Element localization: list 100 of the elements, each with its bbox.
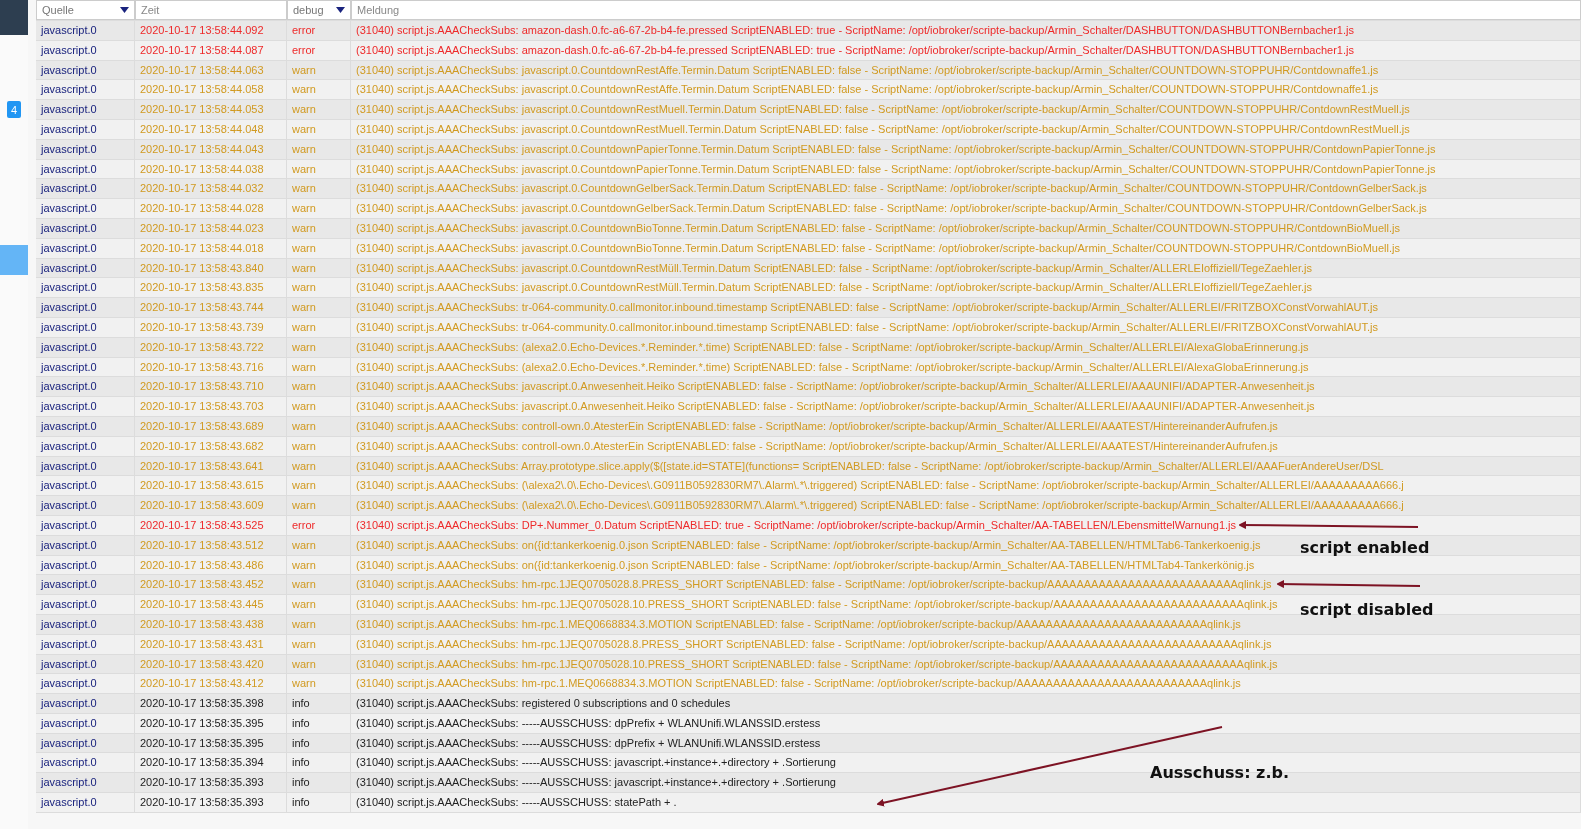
severity-cell: warn — [287, 456, 351, 476]
severity-cell: warn — [287, 595, 351, 614]
source-cell: javascript.0 — [36, 694, 135, 713]
severity-cell: warn — [287, 654, 351, 674]
message-cell: (31040) script.js.AAACheckSubs: (alexa2.0.Echo-Devices.*.Reminder.*.time) ScriptENABLED: false - ScriptName: /opt/iobroker/scripte-backup/Armin_Schalter/ALLERLEI/AlexaGlobaErinnerung.js — [351, 337, 1581, 357]
severity-cell: info — [287, 694, 351, 713]
filter-input[interactable]: Zeit — [135, 0, 287, 20]
message-cell: (31040) script.js.AAACheckSubs: javascript.0.CountdownGelberSack.Termin.Datum ScriptENABLED: false - ScriptName: /opt/iobroker/scripte-backup/Armin_Schalter/COUNTDOWN-STOPPUHR/ContdownGelberSack.js — [351, 199, 1581, 218]
severity-cell: warn — [287, 674, 351, 694]
source-cell: javascript.0 — [36, 713, 135, 733]
time-cell: 2020-10-17 13:58:43.682 — [135, 436, 287, 456]
source-cell: javascript.0 — [36, 674, 135, 694]
source-cell: javascript.0 — [36, 317, 135, 337]
time-cell: 2020-10-17 13:58:43.609 — [135, 496, 287, 515]
time-cell: 2020-10-17 13:58:43.525 — [135, 515, 287, 535]
source-cell: javascript.0 — [36, 416, 135, 436]
source-cell: javascript.0 — [36, 80, 135, 100]
time-cell: 2020-10-17 13:58:43.452 — [135, 575, 287, 595]
severity-cell: warn — [287, 535, 351, 555]
time-cell: 2020-10-17 13:58:35.393 — [135, 793, 287, 812]
source-cell: javascript.0 — [36, 614, 135, 634]
message-cell: (31040) script.js.AAACheckSubs: javascript.0.CountdownRestMuell.Termin.Datum ScriptENABLED: false - ScriptName: /opt/iobroker/scripte-backup/Armin_Schalter/COUNTDOWN-STOPPUHR/ContdownRestMuell.js — [351, 100, 1581, 119]
source-cell: javascript.0 — [36, 456, 135, 476]
time-cell: 2020-10-17 13:58:44.063 — [135, 60, 287, 80]
time-cell: 2020-10-17 13:58:44.048 — [135, 120, 287, 139]
message-cell: (31040) script.js.AAACheckSubs: javascript.0.CountdownRestMüll.Termin.Datum ScriptENABLED: false - ScriptName: /opt/iobroker/scripte-backup/Armin_Schalter/ALLERLEIoffiziell/TegeZaehler.js — [351, 258, 1581, 278]
message-cell: (31040) script.js.AAACheckSubs: -----AUSSCHUSS: dpPrefix + WLANUnifi.WLANSSID.erstess — [351, 733, 1581, 753]
severity-cell: warn — [287, 80, 351, 100]
severity-cell: warn — [287, 614, 351, 634]
source-cell: javascript.0 — [36, 595, 135, 614]
time-cell: 2020-10-17 13:58:35.394 — [135, 753, 287, 773]
severity-cell: warn — [287, 357, 351, 377]
severity-cell: warn — [287, 555, 351, 575]
message-cell: (31040) script.js.AAACheckSubs: javascript.0.CountdownGelberSack.Termin.Datum ScriptENABLED: false - ScriptName: /opt/iobroker/scripte-backup/Armin_Schalter/COUNTDOWN-STOPPUHR/ContdownGelberSack.js — [351, 179, 1581, 199]
source-cell: javascript.0 — [36, 258, 135, 278]
source-cell: javascript.0 — [36, 278, 135, 298]
time-cell: 2020-10-17 13:58:44.028 — [135, 199, 287, 218]
severity-cell: warn — [287, 60, 351, 80]
time-cell: 2020-10-17 13:58:43.445 — [135, 595, 287, 614]
severity-cell: warn — [287, 337, 351, 357]
time-cell: 2020-10-17 13:58:43.512 — [135, 535, 287, 555]
severity-cell: warn — [287, 317, 351, 337]
time-cell: 2020-10-17 13:58:35.395 — [135, 733, 287, 753]
message-cell: (31040) script.js.AAACheckSubs: javascript.0.Anwesenheit.Heiko ScriptENABLED: false - ScriptName: /opt/iobroker/scripte-backup/Armin_Schalter/ALLERLEI/AAAUNIFI/ADAPTER-Anwesenheit.js — [351, 377, 1581, 397]
count-badge: 4 — [7, 101, 21, 118]
source-cell: javascript.0 — [36, 60, 135, 80]
time-cell: 2020-10-17 13:58:44.087 — [135, 40, 287, 60]
time-cell: 2020-10-17 13:58:44.053 — [135, 100, 287, 119]
message-cell: (31040) script.js.AAACheckSubs: amazon-dash.0.fc-a6-67-2b-b4-fe.pressed ScriptENABLED: true - ScriptName: /opt/iobroker/scripte-backup/Armin_Schalter/DASHBUTTON/DASHBUTTONBernbacher1.js — [351, 40, 1581, 60]
severity-cell: warn — [287, 179, 351, 199]
severity-cell: info — [287, 713, 351, 733]
annotation-label: script enabled — [1300, 538, 1430, 557]
source-cell: javascript.0 — [36, 733, 135, 753]
message-cell: (31040) script.js.AAACheckSubs: javascript.0.CountdownRestAffe.Termin.Datum ScriptENABLED: false - ScriptName: /opt/iobroker/scripte-backup/Armin_Schalter/COUNTDOWN-STOPPUHR/Contdownaffe1.js — [351, 60, 1581, 80]
source-cell: javascript.0 — [36, 654, 135, 674]
source-cell: javascript.0 — [36, 535, 135, 555]
severity-cell: warn — [287, 436, 351, 456]
severity-cell: warn — [287, 139, 351, 159]
severity-cell: warn — [287, 258, 351, 278]
nav-highlight[interactable] — [0, 245, 28, 275]
time-cell: 2020-10-17 13:58:43.840 — [135, 258, 287, 278]
filter-select[interactable]: Quelle — [36, 0, 135, 20]
source-cell: javascript.0 — [36, 199, 135, 218]
time-cell: 2020-10-17 13:58:44.092 — [135, 21, 287, 40]
time-cell: 2020-10-17 13:58:44.058 — [135, 80, 287, 100]
time-cell: 2020-10-17 13:58:43.739 — [135, 317, 287, 337]
time-cell: 2020-10-17 13:58:44.032 — [135, 179, 287, 199]
severity-cell: warn — [287, 199, 351, 218]
time-cell: 2020-10-17 13:58:35.393 — [135, 773, 287, 793]
severity-cell: warn — [287, 416, 351, 436]
message-cell: (31040) script.js.AAACheckSubs: tr-064-community.0.callmonitor.inbound.timestamp ScriptENABLED: false - ScriptName: /opt/iobroker/scripte-backup/Armin_Schalter/ALLERLEI/FRITZBOXConstVorwahlAUT.js — [351, 298, 1581, 317]
message-cell: (31040) script.js.AAACheckSubs: registered 0 subscriptions and 0 schedules — [351, 694, 1581, 713]
logo-block — [0, 0, 28, 35]
source-cell: javascript.0 — [36, 238, 135, 258]
source-cell: javascript.0 — [36, 753, 135, 773]
message-cell: (31040) script.js.AAACheckSubs: hm-rpc.1JEQ0705028.8.PRESS_SHORT ScriptENABLED: false - ScriptName: /opt/iobroker/scripte-backup/AAAAAAAAAAAAAAAAAAAAAAAAAAqlink.js — [351, 575, 1581, 595]
time-cell: 2020-10-17 13:58:44.043 — [135, 139, 287, 159]
source-cell: javascript.0 — [36, 298, 135, 317]
severity-cell: warn — [287, 397, 351, 416]
time-cell: 2020-10-17 13:58:35.398 — [135, 694, 287, 713]
severity-cell: warn — [287, 278, 351, 298]
source-cell: javascript.0 — [36, 555, 135, 575]
message-cell: (31040) script.js.AAACheckSubs: (\alexa2\.0\.Echo-Devices\.G0911B0592830RM7\.Alarm\.*\.triggered) ScriptENABLED: false - ScriptName: /opt/iobroker/scripte-backup/Armin_Schalter/ALLERLEI/AAAAAAAAA666.j — [351, 496, 1581, 515]
message-cell: (31040) script.js.AAACheckSubs: javascript.0.Anwesenheit.Heiko ScriptENABLED: false - ScriptName: /opt/iobroker/scripte-backup/Armin_Schalter/ALLERLEI/AAAUNIFI/ADAPTER-Anwesenheit.js — [351, 397, 1581, 416]
filter-input[interactable]: Meldung — [351, 0, 1581, 20]
source-cell: javascript.0 — [36, 218, 135, 238]
message-cell: (31040) script.js.AAACheckSubs: hm-rpc.1.MEQ0668834.3.MOTION ScriptENABLED: false - ScriptName: /opt/iobroker/scripte-backup/AAAAAAAAAAAAAAAAAAAAAAAAAAqlink.js — [351, 674, 1581, 694]
severity-cell: error — [287, 515, 351, 535]
message-cell: (31040) script.js.AAACheckSubs: (alexa2.0.Echo-Devices.*.Reminder.*.time) ScriptENABLED: false - ScriptName: /opt/iobroker/scripte-backup/Armin_Schalter/ALLERLEI/AlexaGlobaErinnerung.js — [351, 357, 1581, 377]
source-cell: javascript.0 — [36, 397, 135, 416]
source-cell: javascript.0 — [36, 476, 135, 496]
severity-cell: warn — [287, 218, 351, 238]
time-cell: 2020-10-17 13:58:43.722 — [135, 337, 287, 357]
message-cell: (31040) script.js.AAACheckSubs: hm-rpc.1JEQ0705028.8.PRESS_SHORT ScriptENABLED: false - ScriptName: /opt/iobroker/scripte-backup/AAAAAAAAAAAAAAAAAAAAAAAAAAqlink.js — [351, 634, 1581, 654]
source-cell: javascript.0 — [36, 159, 135, 179]
filter-select[interactable]: debug — [287, 0, 351, 20]
message-cell: (31040) script.js.AAACheckSubs: DP+.Nummer_0.Datum ScriptENABLED: true - ScriptName: /opt/iobroker/scripte-backup/Armin_Schalter/AA-TABELLEN/LEbensmittelWarnung1.js — [351, 515, 1581, 535]
severity-cell: warn — [287, 377, 351, 397]
source-cell: javascript.0 — [36, 377, 135, 397]
message-cell: (31040) script.js.AAACheckSubs: Array.prototype.slice.apply($([state.id=STATE](functions= ScriptENABLED: false - ScriptName: /opt/iobroker/scripte-backup/Armin_Schalter/ALLERLEI/AAAFuerAndereUser/DSL — [351, 456, 1581, 476]
